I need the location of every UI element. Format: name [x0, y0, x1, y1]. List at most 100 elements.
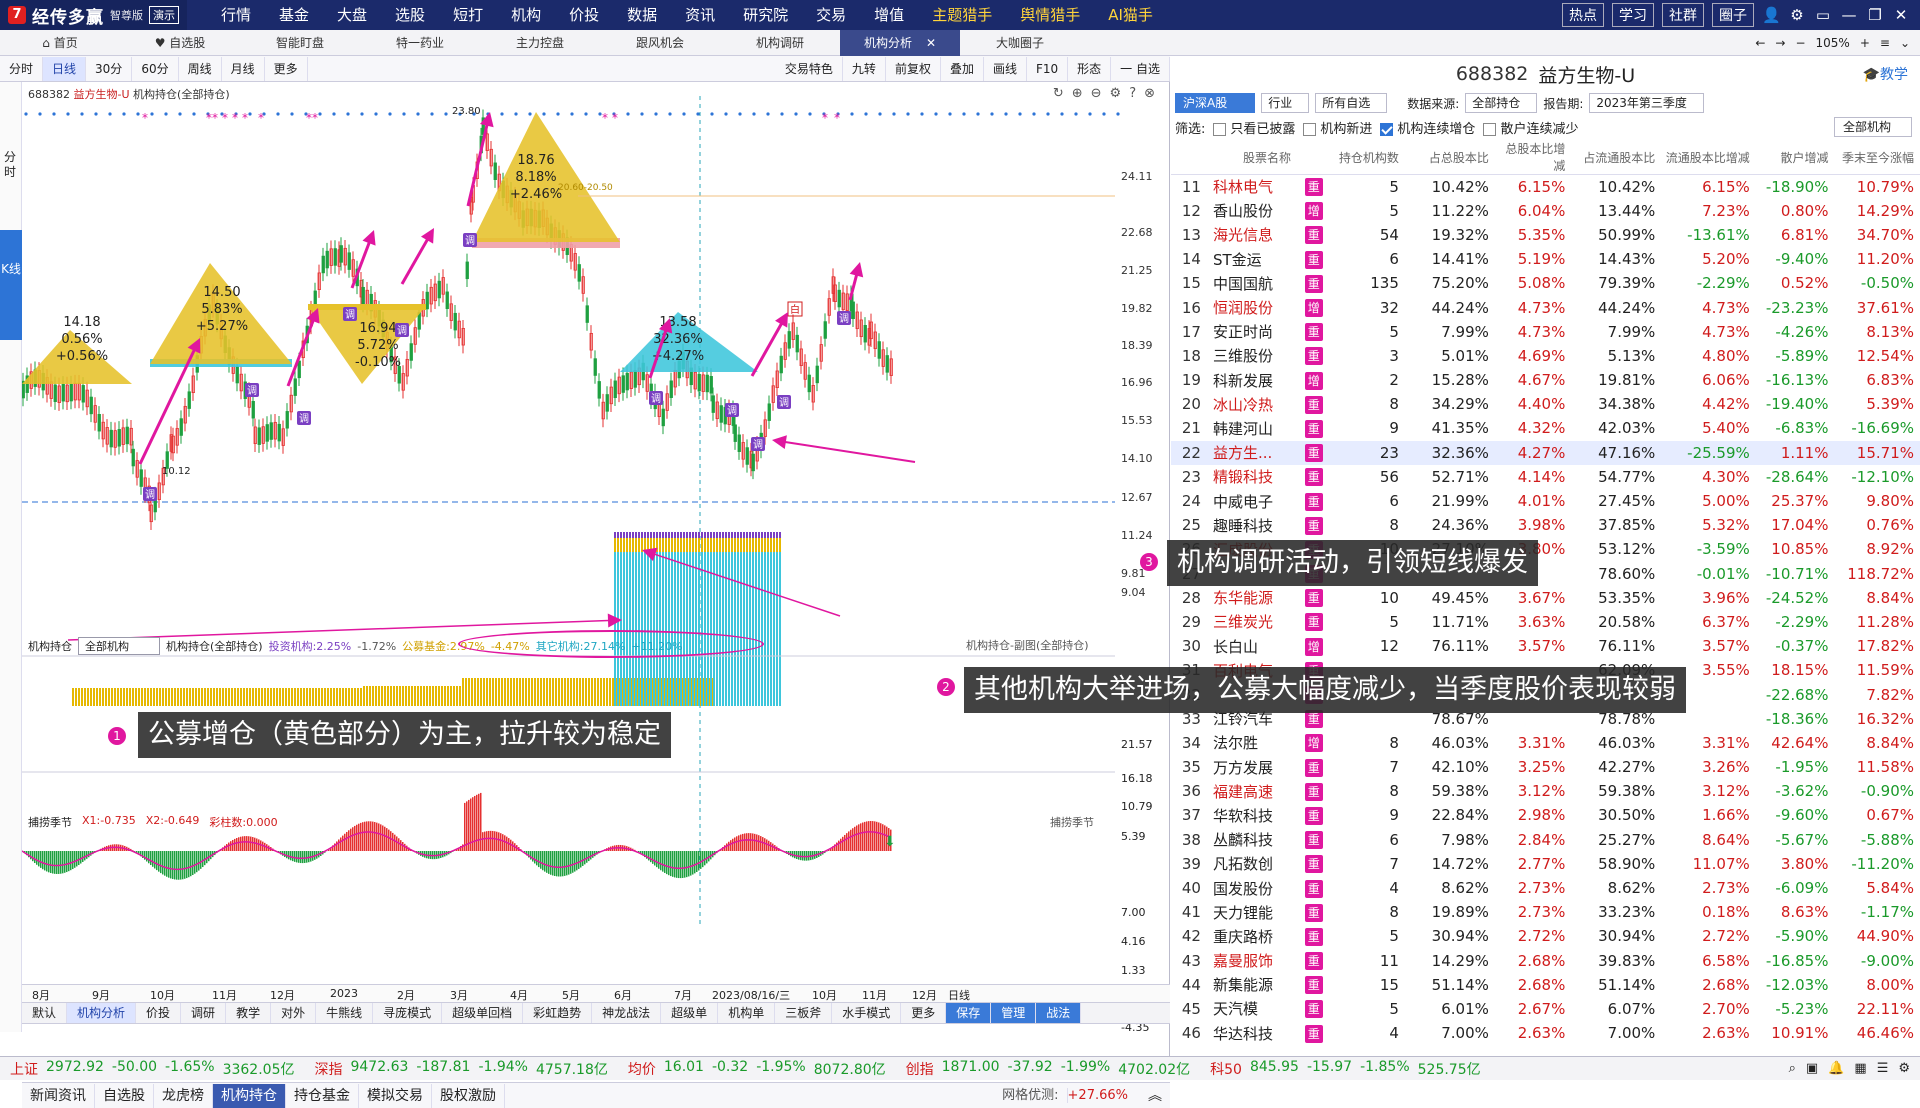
tab-watchlist[interactable]: ♥ 自选股 — [120, 30, 240, 56]
hot-button[interactable]: 热点 — [1562, 3, 1604, 27]
table-row[interactable]: 37华软科技重922.84%2.98%30.50%1.66%-9.60%0.67… — [1171, 803, 1920, 827]
watch-dropdown[interactable]: 所有自选 — [1315, 93, 1387, 113]
check-continuous-add[interactable]: 机构连续增仓 — [1380, 118, 1475, 137]
table-row[interactable]: 24中威电子重621.99%4.01%27.45%5.00%25.37%9.80… — [1171, 489, 1920, 513]
industry-dropdown[interactable]: 行业 — [1261, 93, 1309, 113]
table-row[interactable]: 30长白山增1276.11%3.57%76.11%3.57%-0.37%17.8… — [1171, 634, 1920, 658]
check-disclosed[interactable]: 只看已披露 — [1213, 118, 1295, 137]
table-row[interactable]: 13海光信息重5419.32%5.35%50.99%-13.61%6.81%34… — [1171, 223, 1920, 247]
inst-select[interactable]: 全部机构 — [78, 637, 160, 655]
status-index[interactable]: 科50845.95-15.97-1.85%525.75亿 — [1200, 1059, 1491, 1079]
restore-icon[interactable]: ❐ — [1866, 6, 1884, 24]
news-tab[interactable]: 龙虎榜 — [154, 1084, 213, 1108]
table-row[interactable]: 19科新发展增215.28%4.67%19.81%6.06%-16.13%6.8… — [1171, 368, 1920, 392]
strategy-tab[interactable]: 价投 — [136, 1003, 181, 1023]
table-row[interactable]: 46华达科技重47.00%2.63%7.00%2.63%10.91%46.46% — [1171, 1021, 1920, 1045]
news-tab[interactable]: 自选股 — [95, 1084, 154, 1108]
table-row[interactable]: 23精锻科技重5652.71%4.14%54.77%4.30%-28.64%-1… — [1171, 465, 1920, 489]
strategy-tab[interactable]: 超级单回档 — [442, 1003, 523, 1023]
inst-dropdown[interactable]: 全部机构 — [1834, 117, 1912, 137]
tab-close-icon[interactable]: ✕ — [926, 30, 936, 56]
strategy-tab[interactable]: 管理 — [991, 1003, 1036, 1023]
table-header-cell[interactable]: 持仓机构数 — [1331, 140, 1405, 175]
teach-link[interactable]: 🎓教学 — [1863, 64, 1908, 84]
table-row[interactable]: 44新集能源重1551.14%2.68%51.14%2.68%-12.03%8.… — [1171, 973, 1920, 997]
table-row[interactable]: 11科林电气重510.42%6.15%10.42%6.15%-18.90%10.… — [1171, 175, 1920, 199]
top-menu-hl-item[interactable]: 主题猎手 — [918, 0, 1006, 30]
layout-icon[interactable]: ▭ — [1814, 6, 1832, 24]
table-header-cell[interactable]: 流通股本比增减 — [1661, 140, 1755, 175]
tab-follow[interactable]: 跟风机会 — [600, 30, 720, 56]
status-index[interactable]: 深指9472.63-187.81-1.94%4757.18亿 — [304, 1059, 617, 1079]
top-menu-item[interactable]: 增值 — [860, 0, 918, 30]
table-row[interactable]: 21韩建河山重941.35%4.32%42.03%5.40%-6.83%-16.… — [1171, 416, 1920, 440]
learn-button[interactable]: 学习 — [1612, 3, 1654, 27]
tab-smart-watch[interactable]: 智能盯盘 — [240, 30, 360, 56]
strategy-tab[interactable]: 机构分析 — [67, 1003, 136, 1023]
tab-inst-research[interactable]: 机构调研 — [720, 30, 840, 56]
chart-icon[interactable]: ▣ — [1806, 1061, 1818, 1076]
table-row[interactable]: 20冰山冷热重834.29%4.40%34.38%4.42%-19.40%5.3… — [1171, 392, 1920, 416]
check-retail-reduce[interactable]: 散户连续减少 — [1483, 118, 1578, 137]
top-menu-item[interactable]: 选股 — [381, 0, 439, 30]
news-tab[interactable]: 机构持仓 — [213, 1084, 286, 1108]
tab-main-control[interactable]: 主力控盘 — [480, 30, 600, 56]
table-header-cell[interactable]: 占流通股本比 — [1571, 140, 1661, 175]
table-row[interactable]: 22益方生...重2332.36%4.27%47.16%-25.59%1.11%… — [1171, 441, 1920, 465]
top-menu-item[interactable]: 机构 — [497, 0, 555, 30]
top-menu-item[interactable]: 短打 — [439, 0, 497, 30]
strategy-tab[interactable]: 默认 — [22, 1003, 67, 1023]
strategy-tab[interactable]: 超级单 — [661, 1003, 718, 1023]
table-row[interactable]: 34法尔胜增846.03%3.31%46.03%3.31%42.64%8.84% — [1171, 731, 1920, 755]
strategy-tab[interactable]: 牛熊线 — [316, 1003, 373, 1023]
table-row[interactable]: 45天汽模重56.01%2.67%6.07%2.70%-5.23%22.11% — [1171, 997, 1920, 1021]
tab-teyi[interactable]: 特一药业 — [360, 30, 480, 56]
table-header-cell[interactable]: 占总股本比 — [1405, 140, 1495, 175]
table-row[interactable]: 36福建高速重859.38%3.12%59.38%3.12%-3.62%-0.9… — [1171, 779, 1920, 803]
zoom-in-icon[interactable]: + — [1860, 36, 1870, 50]
table-row[interactable]: 38丛麟科技重67.98%2.84%25.27%8.64%-5.67%-5.88… — [1171, 828, 1920, 852]
status-index[interactable]: 创指1871.00-37.92-1.99%4702.02亿 — [896, 1059, 1200, 1079]
news-tab[interactable]: 股权激励 — [432, 1084, 505, 1108]
news-tab[interactable]: 模拟交易 — [359, 1084, 432, 1108]
check-new-inst[interactable]: 机构新进 — [1303, 118, 1372, 137]
table-header-cell[interactable]: 总股本比增减 — [1495, 140, 1571, 175]
zoom-out-icon[interactable]: − — [1795, 36, 1805, 50]
strategy-tab[interactable]: 教学 — [226, 1003, 271, 1023]
news-tab[interactable]: 新闻资讯 — [22, 1084, 95, 1108]
list-icon[interactable]: ☰ — [1877, 1061, 1889, 1076]
intraday-side-tab[interactable]: 分时 — [4, 150, 18, 180]
top-menu-hl-item[interactable]: 舆情猎手 — [1006, 0, 1094, 30]
table-header-cell[interactable]: 季末至今涨幅 — [1834, 140, 1920, 175]
table-row[interactable]: 43嘉曼服饰重1114.29%2.68%39.83%6.58%-16.85%-9… — [1171, 949, 1920, 973]
table-row[interactable]: 14ST金运重614.41%5.19%14.43%5.20%-9.40%11.2… — [1171, 247, 1920, 271]
menu-icon[interactable]: ≡ — [1880, 36, 1890, 50]
top-menu-hl-item[interactable]: AI猫手 — [1094, 0, 1167, 30]
settings-icon[interactable]: ⚙ — [1898, 1061, 1910, 1076]
close-icon[interactable]: ✕ — [1892, 6, 1910, 24]
tab-home[interactable]: ⌂ 首页 — [0, 30, 120, 56]
forward-icon[interactable]: → — [1775, 36, 1785, 50]
gear-icon[interactable]: ⚙ — [1788, 6, 1806, 24]
table-row[interactable]: 29三维炭光重511.71%3.63%20.58%6.37%-2.29%11.2… — [1171, 610, 1920, 634]
circle-button[interactable]: 圈子 — [1712, 3, 1754, 27]
top-menu-item[interactable]: 交易 — [802, 0, 860, 30]
alert-icon[interactable]: 🔔 — [1828, 1061, 1844, 1076]
top-menu-item[interactable]: 研究院 — [729, 0, 802, 30]
strategy-tab[interactable]: 神龙战法 — [592, 1003, 661, 1023]
news-tab[interactable]: 持仓基金 — [286, 1084, 359, 1108]
tab-bigshot[interactable]: 大咖圈子 — [960, 30, 1080, 56]
table-row[interactable]: 12香山股份增511.22%6.04%13.44%7.23%0.80%14.29… — [1171, 199, 1920, 223]
back-icon[interactable]: ← — [1755, 36, 1765, 50]
table-row[interactable]: 17安正时尚重57.99%4.73%7.99%4.73%-4.26%8.13% — [1171, 320, 1920, 344]
table-row[interactable]: 28东华能源重1049.45%3.67%53.35%3.96%-24.52%8.… — [1171, 586, 1920, 610]
strategy-tab[interactable]: 彩虹趋势 — [523, 1003, 592, 1023]
community-button[interactable]: 社群 — [1662, 3, 1704, 27]
top-menu-item[interactable]: 资讯 — [671, 0, 729, 30]
table-row[interactable]: 41天力锂能重819.89%2.73%33.23%0.18%8.63%-1.17… — [1171, 900, 1920, 924]
top-menu-item[interactable]: 数据 — [613, 0, 671, 30]
table-row[interactable]: 40国发股份重48.62%2.73%8.62%2.73%-6.09%5.84% — [1171, 876, 1920, 900]
strategy-tab[interactable]: 保存 — [946, 1003, 991, 1023]
tab-list-icon[interactable]: ⌄ — [1900, 36, 1910, 50]
demo-badge[interactable]: 演示 — [149, 6, 179, 24]
